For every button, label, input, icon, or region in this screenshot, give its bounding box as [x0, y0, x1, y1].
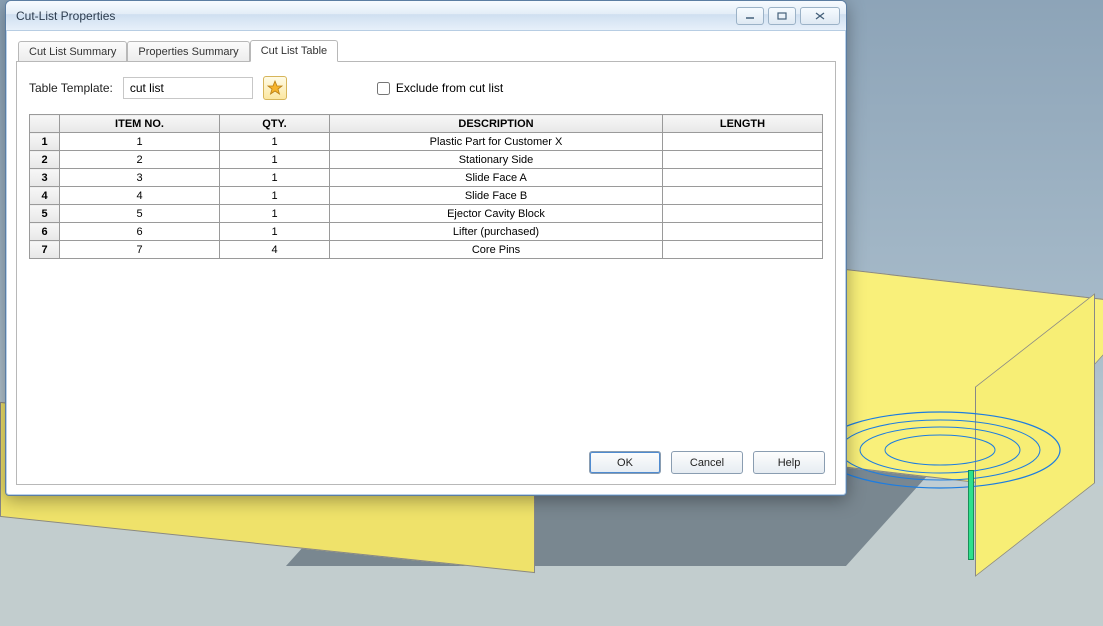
template-row: Table Template: Exclude from cut list [29, 76, 823, 100]
column-header-description[interactable]: DESCRIPTION [330, 115, 663, 133]
cell-length[interactable] [663, 241, 823, 259]
minimize-button[interactable] [736, 7, 764, 25]
row-header[interactable]: 4 [30, 187, 60, 205]
cell-qty[interactable]: 1 [220, 205, 330, 223]
cell-length[interactable] [663, 133, 823, 151]
cell-qty[interactable]: 1 [220, 223, 330, 241]
dialog-buttons: OK Cancel Help [589, 451, 825, 474]
cell-qty[interactable]: 4 [220, 241, 330, 259]
cell-length[interactable] [663, 187, 823, 205]
cell-description[interactable]: Slide Face B [330, 187, 663, 205]
column-header-length[interactable]: LENGTH [663, 115, 823, 133]
cut-list-grid-wrap: ITEM NO. QTY. DESCRIPTION LENGTH 111Plas… [29, 114, 823, 414]
tab-strip: Cut List Summary Properties Summary Cut … [18, 37, 836, 61]
cell-qty[interactable]: 1 [220, 169, 330, 187]
cell-item-no[interactable]: 6 [60, 223, 220, 241]
cell-item-no[interactable]: 3 [60, 169, 220, 187]
cut-list-properties-dialog: Cut-List Properties Cut List Summary Pro… [5, 0, 847, 496]
grid-corner[interactable] [30, 115, 60, 133]
exclude-from-cut-list: Exclude from cut list [377, 81, 503, 95]
row-header[interactable]: 6 [30, 223, 60, 241]
star-icon [267, 80, 283, 96]
cancel-button[interactable]: Cancel [671, 451, 743, 474]
row-header[interactable]: 2 [30, 151, 60, 169]
dialog-content: Cut List Summary Properties Summary Cut … [16, 37, 836, 485]
cell-description[interactable]: Slide Face A [330, 169, 663, 187]
column-header-qty[interactable]: QTY. [220, 115, 330, 133]
cell-item-no[interactable]: 7 [60, 241, 220, 259]
exclude-checkbox[interactable] [377, 82, 390, 95]
table-row[interactable]: 111Plastic Part for Customer X [30, 133, 823, 151]
window-title: Cut-List Properties [16, 9, 736, 23]
cell-description[interactable]: Ejector Cavity Block [330, 205, 663, 223]
browse-template-button[interactable] [263, 76, 287, 100]
cell-qty[interactable]: 1 [220, 187, 330, 205]
row-header[interactable]: 5 [30, 205, 60, 223]
table-template-label: Table Template: [29, 81, 113, 95]
table-row[interactable]: 441Slide Face B [30, 187, 823, 205]
titlebar: Cut-List Properties [6, 1, 846, 31]
window-controls [736, 7, 840, 25]
row-header[interactable]: 7 [30, 241, 60, 259]
tab-properties-summary[interactable]: Properties Summary [127, 41, 249, 62]
cell-length[interactable] [663, 223, 823, 241]
table-row[interactable]: 331Slide Face A [30, 169, 823, 187]
row-header[interactable]: 3 [30, 169, 60, 187]
row-header[interactable]: 1 [30, 133, 60, 151]
cell-qty[interactable]: 1 [220, 151, 330, 169]
cut-list-grid[interactable]: ITEM NO. QTY. DESCRIPTION LENGTH 111Plas… [29, 114, 823, 259]
cell-description[interactable]: Plastic Part for Customer X [330, 133, 663, 151]
model-ejector-pin [968, 470, 974, 560]
exclude-label: Exclude from cut list [396, 81, 503, 95]
cell-qty[interactable]: 1 [220, 133, 330, 151]
tab-panel-cut-list-table: Table Template: Exclude from cut list IT… [16, 61, 836, 485]
tab-cut-list-table[interactable]: Cut List Table [250, 40, 338, 62]
close-icon [815, 12, 825, 20]
column-header-item-no[interactable]: ITEM NO. [60, 115, 220, 133]
cell-item-no[interactable]: 2 [60, 151, 220, 169]
cell-item-no[interactable]: 1 [60, 133, 220, 151]
table-row[interactable]: 221Stationary Side [30, 151, 823, 169]
close-button[interactable] [800, 7, 840, 25]
cell-item-no[interactable]: 5 [60, 205, 220, 223]
cell-length[interactable] [663, 169, 823, 187]
ok-button[interactable]: OK [589, 451, 661, 474]
cell-item-no[interactable]: 4 [60, 187, 220, 205]
tab-cut-list-summary[interactable]: Cut List Summary [18, 41, 127, 62]
table-row[interactable]: 774Core Pins [30, 241, 823, 259]
cell-description[interactable]: Stationary Side [330, 151, 663, 169]
table-row[interactable]: 661Lifter (purchased) [30, 223, 823, 241]
minimize-icon [745, 12, 755, 20]
cell-length[interactable] [663, 151, 823, 169]
cell-description[interactable]: Core Pins [330, 241, 663, 259]
help-button[interactable]: Help [753, 451, 825, 474]
table-template-input[interactable] [123, 77, 253, 99]
maximize-button[interactable] [768, 7, 796, 25]
maximize-icon [777, 12, 787, 20]
cell-length[interactable] [663, 205, 823, 223]
cell-description[interactable]: Lifter (purchased) [330, 223, 663, 241]
table-row[interactable]: 551Ejector Cavity Block [30, 205, 823, 223]
